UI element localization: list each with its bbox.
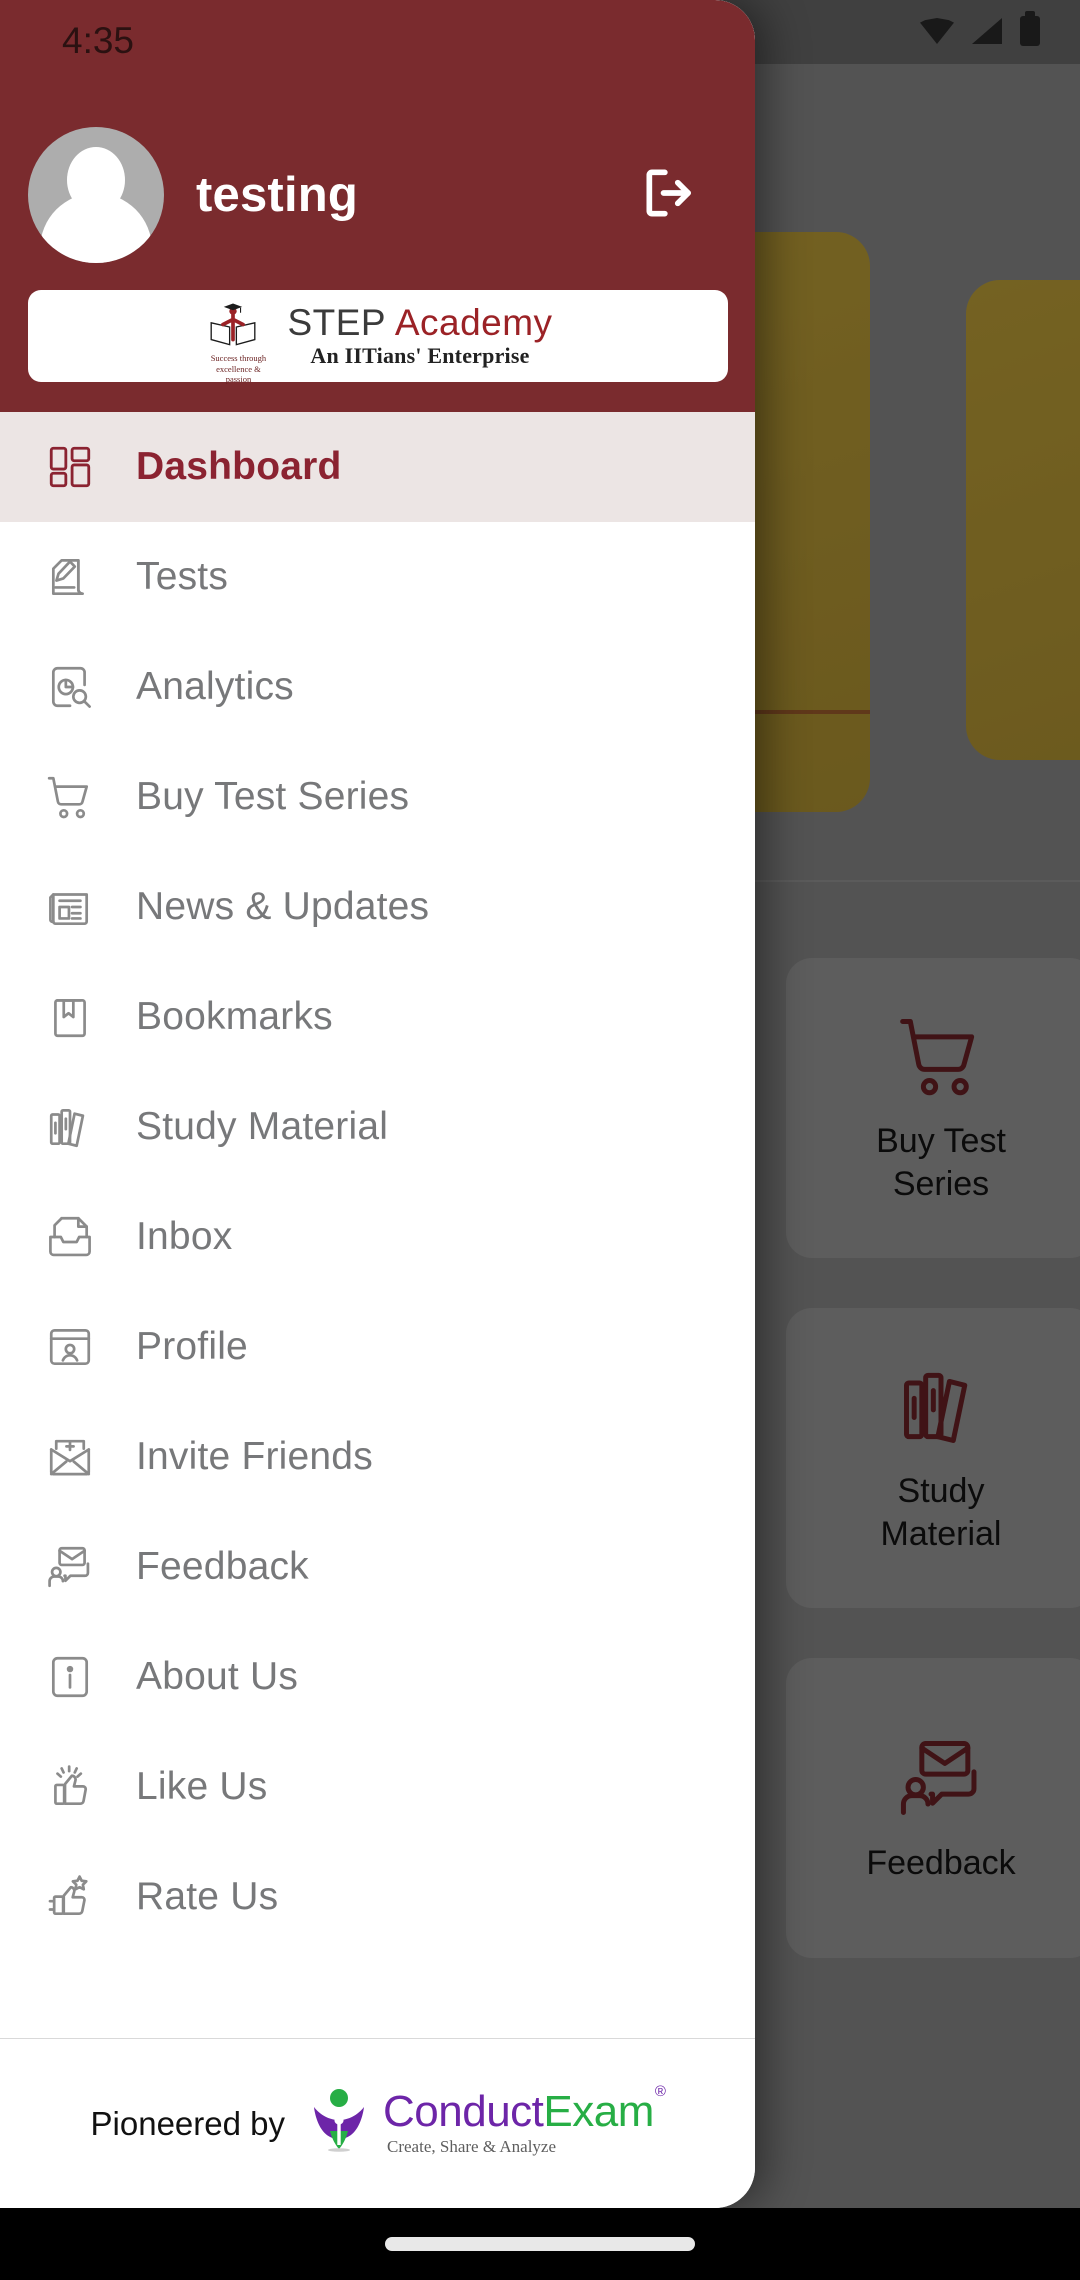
drawer-header: 4:35 testing Success through excellence … — [0, 0, 755, 412]
menu-item-profile[interactable]: Profile — [0, 1292, 755, 1402]
pioneered-by-label: Pioneered by — [90, 2104, 286, 2142]
menu-item-label: Like Us — [136, 1765, 268, 1808]
phone-screen: NEET Medical Entrance Buy TestSeries — [0, 0, 1080, 2280]
book-graduate-icon — [210, 303, 256, 346]
menu-item-inbox[interactable]: Inbox — [0, 1182, 755, 1292]
step-academy-wordmark: STEP Academy An IITians' Enterprise — [287, 304, 552, 369]
menu-item-label: Study Material — [136, 1105, 389, 1148]
menu-item-tests[interactable]: Tests — [0, 522, 755, 632]
menu-item-feedback[interactable]: Feedback — [0, 1512, 755, 1622]
menu-item-dashboard[interactable]: Dashboard — [0, 412, 755, 522]
envelope-plus-icon — [28, 1432, 112, 1482]
conductexam-logo-icon — [311, 2087, 373, 2161]
status-bar-clock: 4:35 — [62, 20, 135, 61]
menu-item-like-us[interactable]: Like Us — [0, 1732, 755, 1842]
drawer-menu-list: Dashboard Tests Analytics Buy Test Serie… — [0, 412, 755, 2038]
thumbs-up-icon — [28, 1762, 112, 1812]
menu-item-label: Analytics — [136, 665, 294, 708]
navigation-drawer: 4:35 testing Success through excellence … — [0, 0, 755, 2208]
menu-item-label: Buy Test Series — [136, 775, 410, 818]
partner-name-part-2: Exam — [543, 2087, 654, 2136]
menu-item-label: Feedback — [136, 1545, 309, 1588]
person-avatar-icon — [28, 127, 164, 263]
step-academy-logo-icon: Success through excellence & passion — [203, 301, 271, 384]
test-paper-icon — [28, 552, 112, 602]
bookmark-book-icon — [28, 992, 112, 1042]
home-gesture-pill[interactable] — [385, 2237, 695, 2251]
menu-item-label: News & Updates — [136, 885, 430, 928]
thumbs-up-star-icon — [28, 1872, 112, 1922]
inbox-tray-icon — [28, 1212, 112, 1262]
menu-item-label: Tests — [136, 555, 229, 598]
menu-item-label: Profile — [136, 1325, 248, 1368]
menu-item-bookmarks[interactable]: Bookmarks — [0, 962, 755, 1072]
brand-subtitle: An IITians' Enterprise — [310, 342, 530, 368]
books-icon — [28, 1102, 112, 1152]
feedback-chat-icon — [28, 1542, 112, 1592]
info-square-icon — [28, 1652, 112, 1702]
menu-item-buy-test-series[interactable]: Buy Test Series — [0, 742, 755, 852]
menu-item-about-us[interactable]: About Us — [0, 1622, 755, 1732]
menu-item-label: Inbox — [136, 1215, 233, 1258]
logout-button[interactable] — [637, 160, 703, 226]
menu-item-invite-friends[interactable]: Invite Friends — [0, 1402, 755, 1512]
logout-icon — [646, 169, 691, 217]
brand-name-part-1: STEP — [287, 301, 387, 343]
menu-item-rate-us[interactable]: Rate Us — [0, 1842, 755, 1952]
conductexam-logo[interactable]: ConductExam® Create, Share & Analyze — [311, 2084, 666, 2161]
shopping-cart-icon — [28, 772, 112, 822]
user-profile-row[interactable]: testing — [28, 126, 728, 264]
analytics-search-icon — [28, 662, 112, 712]
partner-name-part-1: Conduct — [383, 2087, 544, 2136]
registered-mark: ® — [654, 2083, 666, 2101]
partner-tagline: Create, Share & Analyze — [387, 2137, 557, 2156]
logo-tagline: Success through excellence & passion — [210, 353, 267, 385]
menu-item-label: Invite Friends — [136, 1435, 373, 1478]
menu-item-news-updates[interactable]: News & Updates — [0, 852, 755, 962]
menu-item-analytics[interactable]: Analytics — [0, 632, 755, 742]
step-academy-logo-card: Success through excellence & passion STE… — [28, 290, 728, 384]
dashboard-grid-icon — [28, 442, 112, 492]
username-label: testing — [196, 168, 359, 222]
system-navigation-bar — [0, 2208, 1080, 2280]
drawer-footer: Pioneered by ConductExam® Create, Share … — [0, 2038, 755, 2208]
menu-item-label: About Us — [136, 1655, 299, 1698]
menu-item-label: Rate Us — [136, 1875, 279, 1918]
profile-card-icon — [28, 1322, 112, 1372]
menu-item-label: Dashboard — [136, 445, 342, 488]
menu-item-study-material[interactable]: Study Material — [0, 1072, 755, 1182]
conductexam-wordmark: ConductExam® Create, Share & Analyze — [383, 2084, 666, 2157]
brand-name-part-2: Academy — [394, 301, 553, 343]
menu-item-label: Bookmarks — [136, 995, 333, 1038]
newspaper-icon — [28, 882, 112, 932]
